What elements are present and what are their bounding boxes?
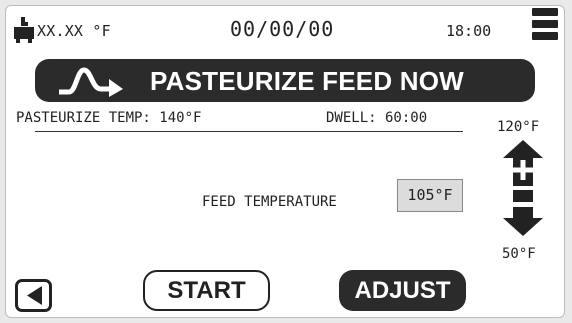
touch-screen: XX.XX °F 00/00/00 18:00 PASTEURIZE FEED … [5,5,565,318]
arrow-up-plus-icon[interactable] [503,140,543,186]
pasteurize-feed-now-button[interactable]: PASTEURIZE FEED NOW [35,59,535,102]
date-readout: 00/00/00 [230,17,335,41]
feed-temperature-label: FEED TEMPERATURE [202,194,337,210]
banner-title: PASTEURIZE FEED NOW [150,66,464,96]
divider [35,131,463,132]
pasteurize-curve-arrow-icon [59,67,123,97]
start-button[interactable]: START [143,270,270,311]
time-readout: 18:00 [446,22,492,40]
hamburger-menu-icon[interactable] [532,8,558,46]
back-button[interactable] [15,279,52,312]
range-min-label: 50°F [502,246,536,262]
pasteurize-temp-setting: PASTEURIZE TEMP: 140°F [16,110,202,126]
feeder-tank-icon [14,17,34,43]
dwell-setting: DWELL: 60:00 [326,110,428,126]
arrow-down-minus-icon[interactable] [503,190,543,236]
feed-temperature-field[interactable]: 105°F [397,179,463,212]
adjust-button[interactable]: ADJUST [339,270,466,311]
back-triangle-icon [27,286,42,305]
range-max-label: 120°F [497,119,540,135]
current-temperature-readout: XX.XX °F [37,22,111,40]
